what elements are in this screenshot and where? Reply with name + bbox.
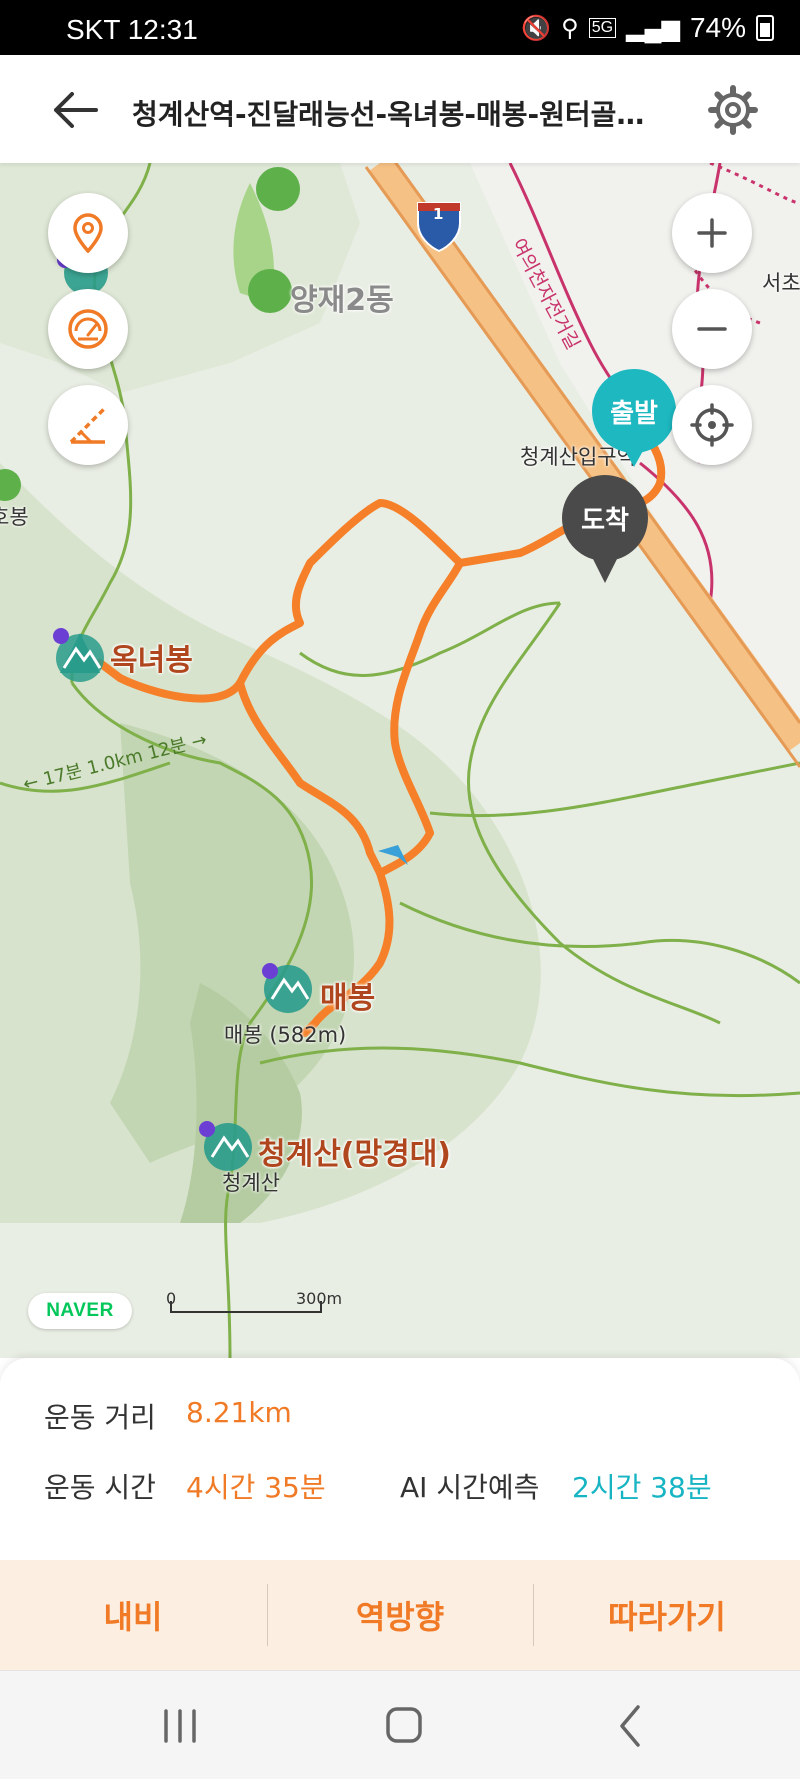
time-label: 운동 시간 [44, 1471, 156, 1504]
mute-icon: 🔇 [521, 14, 552, 42]
location-pin-icon [73, 213, 103, 253]
start-marker[interactable]: 출발 [592, 369, 676, 467]
battery-percent: 74% [689, 12, 746, 43]
ruler-icon [69, 406, 107, 444]
label-yangjae: 양재2동 [290, 283, 394, 318]
action-bar: 내비 역방향 따라가기 [0, 1560, 800, 1670]
time-value: 4시간 35분 [186, 1471, 326, 1504]
network-badge: 5G [588, 18, 617, 38]
chevron-left-icon [620, 1705, 640, 1747]
carrier-time: SKT 12:31 [66, 14, 198, 45]
route-info-panel: 운동 거리 8.21km 운동 시간 4시간 35분 AI 시간예측 2시간 3… [0, 1358, 800, 1560]
system-nav-bar [0, 1670, 800, 1779]
status-icons: 🔇 ⚲ 5G ▂▄▆ 74% [521, 12, 774, 44]
map-view[interactable]: 양재2동 옥녀봉 매봉 매봉 (582m) 청계산(망경대) 청계산 청계산입구… [0, 163, 800, 1358]
highway-number: 1 [433, 205, 444, 223]
ai-time-value: 2시간 38분 [572, 1471, 712, 1504]
distance-value: 8.21km [186, 1396, 292, 1429]
scale-bar: 0 300m [166, 1289, 342, 1313]
my-location-button[interactable] [672, 385, 752, 465]
app-header: 청계산역-진달래능선-옥녀봉-매봉-원터골… [0, 55, 800, 163]
follow-button[interactable]: 따라가기 [534, 1560, 800, 1670]
zoom-in-icon [697, 218, 727, 248]
recent-apps-icon [164, 1709, 196, 1743]
speedometer-icon [68, 309, 108, 349]
speed-button[interactable] [48, 289, 128, 369]
crosshair-icon [690, 403, 734, 447]
label-left-peak: 호봉 [0, 505, 29, 529]
arrow-left-icon [54, 92, 98, 128]
navigate-button[interactable]: 내비 [0, 1560, 266, 1670]
ai-time-label: AI 시간예측 [400, 1471, 540, 1504]
label-seocho: 서초 [762, 271, 800, 295]
distance-label: 운동 거리 [44, 1401, 156, 1434]
label-cheonggyesan[interactable]: 청계산(망경대) [258, 1129, 451, 1173]
page-title: 청계산역-진달래능선-옥녀봉-매봉-원터골… [132, 98, 645, 131]
zoom-out-icon [697, 327, 727, 331]
gear-icon [708, 85, 758, 135]
label-maebong[interactable]: 매봉 [320, 973, 375, 1017]
location-button[interactable] [48, 193, 128, 273]
recent-apps-button[interactable] [140, 1691, 220, 1761]
status-bar: SKT 12:31 🔇 ⚲ 5G ▂▄▆ 74% [0, 0, 800, 55]
zoom-in-button[interactable] [672, 193, 752, 273]
signal-icon: ▂▄▆ [626, 14, 680, 42]
battery-icon [756, 15, 774, 41]
home-icon [386, 1707, 422, 1743]
home-button[interactable] [364, 1691, 444, 1761]
reverse-button[interactable]: 역방향 [267, 1560, 533, 1670]
measure-button[interactable] [48, 385, 128, 465]
label-oknyeobong[interactable]: 옥녀봉 [110, 635, 193, 679]
back-nav-button[interactable] [590, 1691, 670, 1761]
label-cheonggyesan-small: 청계산 [222, 1171, 280, 1195]
location-icon: ⚲ [561, 14, 579, 42]
end-marker[interactable]: 도착 [562, 475, 648, 583]
label-maebong-elevation: 매봉 (582m) [224, 1023, 347, 1047]
naver-logo: NAVER [28, 1293, 132, 1329]
back-button[interactable] [48, 85, 104, 135]
zoom-out-button[interactable] [672, 289, 752, 369]
settings-button[interactable] [706, 83, 760, 137]
